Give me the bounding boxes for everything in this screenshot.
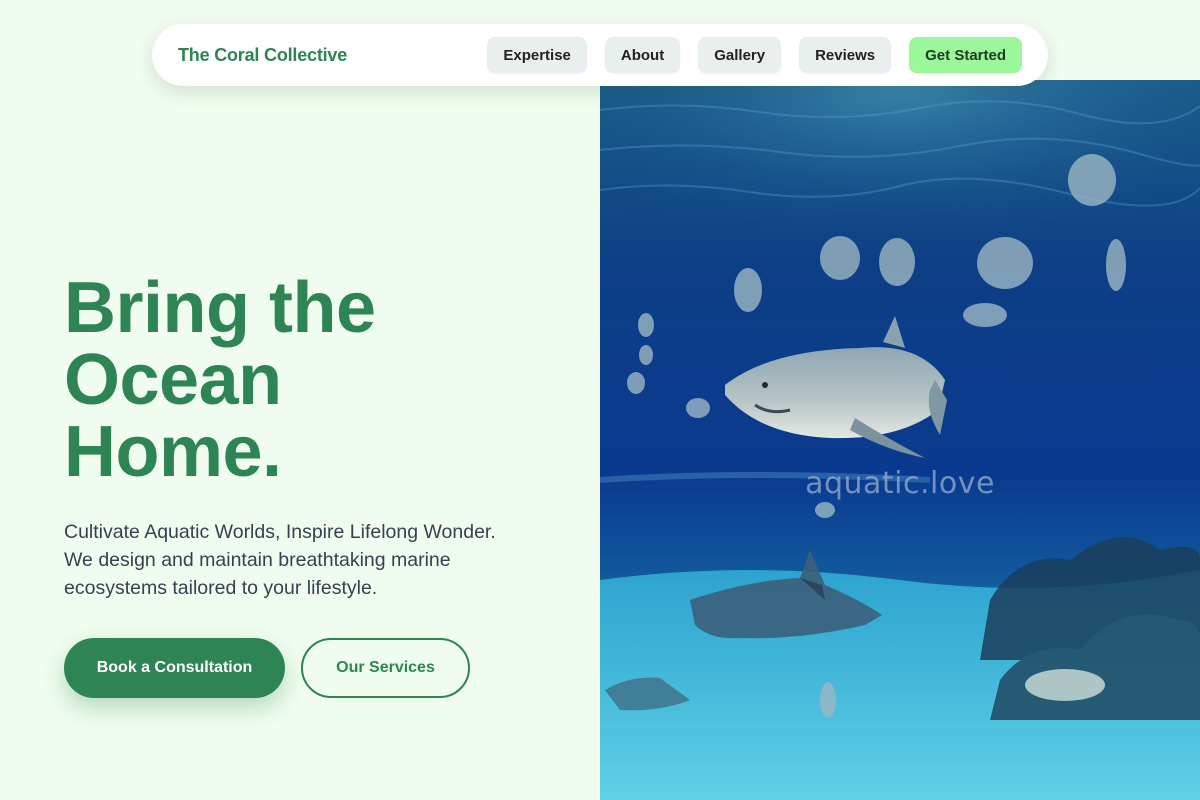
- hero-section: Bring the Ocean Home. Cultivate Aquatic …: [64, 272, 564, 698]
- image-watermark: aquatic.love: [805, 466, 995, 501]
- get-started-button[interactable]: Get Started: [909, 37, 1022, 73]
- hero-subtext: Cultivate Aquatic Worlds, Inspire Lifelo…: [64, 521, 496, 599]
- nav-link-expertise[interactable]: Expertise: [487, 37, 587, 73]
- brand-logo[interactable]: The Coral Collective: [178, 45, 347, 66]
- headline-line-1: Bring the: [64, 268, 376, 348]
- aquarium-illustration: [600, 80, 1200, 800]
- nav-link-reviews[interactable]: Reviews: [799, 37, 892, 73]
- top-navigation-bar: The Coral Collective Expertise About Gal…: [152, 24, 1048, 86]
- nav-link-about[interactable]: About: [604, 37, 681, 73]
- hero-aquarium-image: aquatic.love: [600, 80, 1200, 800]
- nav-links: Expertise About Gallery Reviews Get Star…: [487, 37, 1022, 73]
- book-consultation-button[interactable]: Book a Consultation: [64, 638, 285, 698]
- hero-headline: Bring the Ocean Home.: [64, 272, 564, 488]
- headline-line-2: Ocean: [64, 340, 282, 420]
- our-services-button[interactable]: Our Services: [301, 638, 470, 698]
- headline-line-3: Home.: [64, 412, 282, 492]
- nav-link-gallery[interactable]: Gallery: [698, 37, 782, 73]
- hero-actions: Book a Consultation Our Services: [64, 638, 564, 698]
